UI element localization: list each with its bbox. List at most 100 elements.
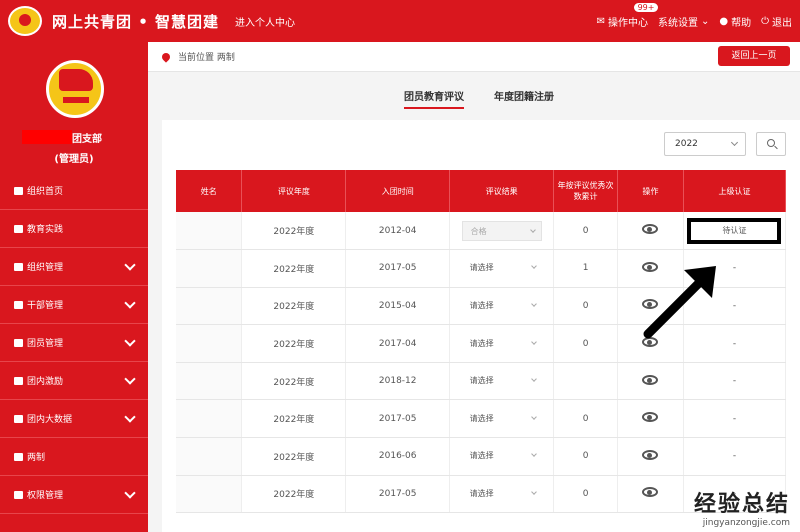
sidebar-item[interactable]: 两制 (0, 438, 148, 476)
chevron-down-icon (124, 411, 136, 423)
cell-joined: 2017-04 (345, 324, 451, 363)
tab-annual-registration[interactable]: 年度团籍注册 (494, 88, 554, 103)
sidebar-item[interactable]: 组织管理 (0, 248, 148, 286)
cell-joined: 2017-05 (345, 249, 451, 288)
col-excellent-count: 年按评议优秀次数累计 (553, 170, 619, 212)
result-select-value: 合格 (470, 226, 487, 236)
people-icon (14, 338, 23, 347)
sidebar-item-label: 团内激励 (27, 377, 64, 387)
result-select[interactable]: 请选择 (462, 334, 542, 354)
cell-joined: 2012-04 (345, 212, 451, 251)
sidebar-item[interactable]: 权限管理 (0, 476, 148, 514)
personal-center-link[interactable]: 进入个人中心 (235, 14, 295, 29)
result-select[interactable]: 请选择 (462, 371, 542, 391)
tab-member-evaluation[interactable]: 团员教育评议 (404, 88, 464, 109)
tab-bar: 团员教育评议 年度团籍注册 (148, 72, 800, 120)
sidebar-item[interactable]: 教育实践 (0, 210, 148, 248)
watermark-brand: 经验总结 (693, 492, 790, 517)
cell-certification: - (683, 399, 787, 439)
sidebar-item-label: 教育实践 (27, 225, 64, 235)
cell-result: 请选择 (449, 399, 555, 439)
chevron-down-icon (530, 451, 537, 458)
ops-center-link[interactable]: ✉ 操作中心 99+ (596, 1, 660, 29)
cell-count: 0 (553, 324, 619, 363)
home-icon (14, 186, 23, 195)
sidebar-item[interactable]: 团员管理 (0, 324, 148, 362)
view-eye-icon[interactable] (642, 412, 659, 423)
help-link[interactable]: ● 帮助 (719, 14, 751, 29)
result-select[interactable]: 请选择 (462, 296, 542, 316)
cell-actions (617, 475, 684, 514)
sidebar-menu: 组织首页教育实践组织管理干部管理团员管理团内激励团内大数据 两制权限管理 (0, 172, 148, 514)
logout-link[interactable]: ⏻ 退出 (761, 14, 792, 29)
cell-year: 2022年度 (241, 212, 347, 251)
cell-joined: 2016-06 (345, 437, 451, 476)
result-select[interactable]: 请选择 (462, 409, 542, 429)
sidebar-item[interactable]: 干部管理 (0, 286, 148, 324)
chevron-down-icon (530, 413, 537, 420)
year-select[interactable]: 2022 (664, 132, 746, 156)
view-eye-icon[interactable] (642, 374, 659, 385)
result-select[interactable]: 请选择 (462, 446, 542, 466)
col-name: 姓名 (176, 170, 243, 212)
table-row: 2022年度 2015-04 请选择 0 - (176, 287, 787, 326)
cell-result: 请选择 (449, 324, 555, 363)
sidebar-item-label: 干部管理 (27, 301, 64, 311)
home-icon (14, 452, 23, 461)
cert-value: - (732, 413, 737, 424)
chevron-down-icon (730, 138, 739, 147)
breadcrumb: 当前位置 两制 返回上一页 (148, 42, 800, 72)
league-logo-icon (8, 6, 42, 36)
cell-year: 2022年度 (241, 437, 347, 476)
result-select-value: 请选择 (469, 413, 494, 423)
mail-icon: ✉ (596, 15, 605, 27)
cert-value: - (732, 263, 737, 274)
chevron-down-icon (530, 489, 537, 495)
sidebar-item-label: 团员管理 (27, 339, 64, 349)
cell-year: 2022年度 (241, 362, 347, 401)
view-eye-icon[interactable] (642, 337, 659, 348)
league-emblem-avatar (46, 60, 104, 118)
cell-certification: 待认证 (683, 212, 787, 251)
cell-actions (617, 399, 684, 439)
pending-cert-label[interactable]: 待认证 (687, 217, 782, 244)
back-button[interactable]: 返回上一页 (718, 46, 790, 66)
view-eye-icon[interactable] (642, 449, 659, 460)
search-button[interactable] (756, 132, 786, 156)
cell-joined: 2015-04 (345, 287, 451, 326)
sidebar-item[interactable]: 组织首页 (0, 172, 148, 210)
search-icon-handle (774, 145, 778, 150)
help-icon: ● (719, 15, 729, 27)
cell-year: 2022年度 (241, 399, 347, 439)
result-select[interactable]: 请选择 (462, 258, 542, 278)
chevron-down-icon (530, 301, 537, 307)
view-eye-icon[interactable] (642, 299, 659, 310)
view-eye-icon[interactable] (642, 261, 659, 272)
result-select[interactable]: 请选择 (462, 484, 542, 504)
cell-result: 请选择 (449, 437, 555, 476)
result-select: 合格 (461, 220, 542, 241)
org-icon (14, 262, 23, 271)
cell-name (176, 437, 243, 476)
cell-joined: 2017-05 (345, 399, 451, 439)
cell-certification: - (683, 324, 787, 363)
sidebar-item[interactable]: 团内激励 (0, 362, 148, 400)
ops-center-label: 操作中心 (607, 17, 648, 29)
cell-name (176, 249, 243, 288)
view-eye-icon[interactable] (642, 224, 659, 235)
cell-year: 2022年度 (241, 475, 347, 514)
power-icon: ⏻ (761, 15, 769, 27)
sidebar-item[interactable]: 团内大数据 (0, 400, 148, 438)
sidebar: 团支部 (管理员) 组织首页 教育实践 组织管理 干部管理 团员管理 团内激励 团内大数据两… (0, 42, 148, 532)
cell-actions (617, 437, 684, 476)
chevron-down-icon (124, 373, 136, 385)
watermark-url: jingyanzongjie.com (702, 518, 790, 528)
col-actions: 操作 (617, 170, 684, 212)
view-eye-icon[interactable] (642, 487, 659, 498)
result-select-value: 请选择 (469, 451, 494, 461)
cell-actions (617, 287, 684, 326)
people-icon (14, 490, 23, 499)
sidebar-item-label: 权限管理 (27, 491, 64, 501)
system-settings-menu[interactable]: 系统设置 ⌄ (658, 14, 709, 29)
chevron-down-icon (124, 297, 136, 309)
